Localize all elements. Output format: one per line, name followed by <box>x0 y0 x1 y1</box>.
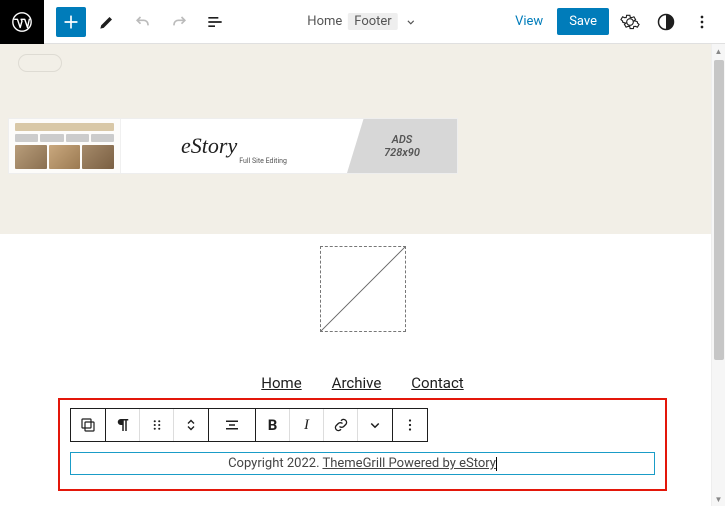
settings-button[interactable] <box>615 7 645 37</box>
link-button[interactable] <box>324 409 358 441</box>
move-arrows[interactable] <box>174 409 208 441</box>
add-block-button[interactable] <box>56 7 86 37</box>
scroll-up-icon[interactable]: ▲ <box>712 44 725 58</box>
copyright-prefix: Copyright 2022. <box>228 456 322 471</box>
bold-button[interactable]: B <box>256 409 290 441</box>
ad-banner[interactable]: eStory Full Site Editing ADS 728x90 <box>8 118 458 174</box>
wordpress-logo[interactable] <box>0 0 44 44</box>
ad-brand-area: eStory Full Site Editing <box>121 119 347 173</box>
ad-label-top: ADS <box>392 133 413 146</box>
breadcrumb-home: Home <box>307 14 342 29</box>
ad-dimensions: ADS 728x90 <box>347 119 457 173</box>
ad-tagline: Full Site Editing <box>239 157 287 165</box>
content-section: eStory Full Site Editing ADS 728x90 <box>0 44 725 234</box>
drag-handle[interactable] <box>140 409 174 441</box>
toolbar-left <box>56 7 230 37</box>
block-options-button[interactable] <box>393 409 427 441</box>
footer-nav-archive[interactable]: Archive <box>332 374 382 392</box>
scroll-down-icon[interactable]: ▼ <box>712 492 725 506</box>
styles-button[interactable] <box>651 7 681 37</box>
copyright-link[interactable]: ThemeGrill Powered by eStory <box>322 456 495 471</box>
chevron-down-icon <box>404 15 418 29</box>
view-link[interactable]: View <box>507 10 551 33</box>
block-type-button[interactable] <box>71 409 105 441</box>
vertical-scrollbar[interactable]: ▲ ▼ <box>711 44 725 506</box>
text-cursor <box>496 457 497 471</box>
breadcrumb-template: Footer <box>348 13 397 30</box>
block-toolbar: B I <box>70 408 428 442</box>
logo-placeholder[interactable] <box>320 246 406 332</box>
ad-label-bottom: 728x90 <box>384 146 420 159</box>
edit-button[interactable] <box>92 7 122 37</box>
paragraph-button[interactable] <box>106 409 140 441</box>
copyright-paragraph-block[interactable]: Copyright 2022. ThemeGrill Powered by eS… <box>70 452 655 475</box>
italic-button[interactable]: I <box>290 409 324 441</box>
breadcrumb[interactable]: Home Footer <box>307 13 417 30</box>
scrollbar-thumb[interactable] <box>714 60 724 360</box>
list-view-button[interactable] <box>200 7 230 37</box>
more-menu-button[interactable] <box>687 7 717 37</box>
highlight-annotation: B I Copyright 2022. ThemeGrill Powered b… <box>58 398 667 491</box>
footer-section: Home Archive Contact <box>0 234 725 506</box>
align-button[interactable] <box>209 409 255 441</box>
undo-button[interactable] <box>128 7 158 37</box>
redo-button[interactable] <box>164 7 194 37</box>
tag-placeholder <box>18 54 62 72</box>
editor-canvas: eStory Full Site Editing ADS 728x90 Home… <box>0 44 725 506</box>
editor-topbar: Home Footer View Save <box>0 0 725 44</box>
more-formatting-dropdown[interactable] <box>358 409 392 441</box>
footer-navigation: Home Archive Contact <box>0 374 725 392</box>
save-button[interactable]: Save <box>557 8 609 35</box>
footer-nav-home[interactable]: Home <box>261 374 301 392</box>
ad-brand: eStory <box>181 133 237 159</box>
toolbar-right: View Save <box>507 7 717 37</box>
ad-thumbnail-grid <box>9 119 121 173</box>
footer-nav-contact[interactable]: Contact <box>411 374 463 392</box>
